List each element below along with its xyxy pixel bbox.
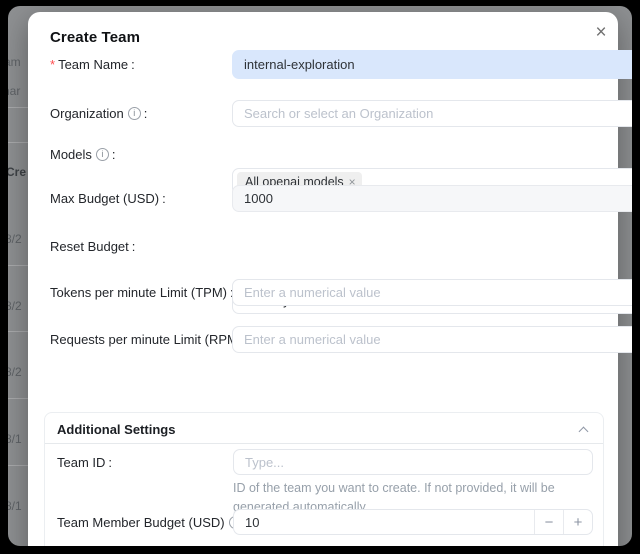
- label-colon: :: [144, 106, 148, 121]
- dimmed-background-page: am nar Cre 8/2 8/2 8/2 8/1 8/1 Create Te…: [8, 6, 632, 546]
- team-member-budget-stepper: − +: [233, 509, 593, 535]
- rpm-limit-stepper: − +: [232, 326, 632, 353]
- background-text-fragment: 8/2: [8, 232, 22, 246]
- chevron-up-icon: [579, 427, 589, 437]
- additional-settings-panel: Additional Settings Team ID : ID of the …: [44, 412, 604, 546]
- additional-settings-toggle[interactable]: Additional Settings: [45, 413, 603, 444]
- increment-button[interactable]: +: [563, 510, 592, 534]
- background-text-fragment: nar: [8, 84, 20, 98]
- info-icon[interactable]: i: [96, 148, 109, 161]
- background-text-fragment: 8/2: [8, 365, 22, 379]
- organization-select[interactable]: Search or select an Organization: [232, 100, 632, 127]
- rpm-limit-label-text: Requests per minute Limit (RPM): [50, 332, 242, 347]
- label-colon: :: [162, 191, 166, 206]
- tpm-limit-input[interactable]: [233, 280, 632, 305]
- tpm-limit-stepper: − +: [232, 279, 632, 306]
- background-text-fragment: am: [8, 55, 21, 69]
- tpm-limit-label-text: Tokens per minute Limit (TPM): [50, 285, 227, 300]
- decrement-button[interactable]: −: [534, 510, 563, 534]
- background-text-fragment: 8/1: [8, 432, 22, 446]
- create-team-modal: Create Team × * Team Name : Organization…: [28, 12, 618, 546]
- label-colon: :: [131, 57, 135, 72]
- max-budget-stepper: − +: [232, 185, 632, 212]
- rpm-limit-input[interactable]: [233, 327, 632, 352]
- team-id-label: Team ID :: [57, 449, 112, 475]
- team-name-input[interactable]: [232, 50, 632, 79]
- models-label: Models i :: [50, 141, 116, 168]
- label-colon: :: [132, 239, 136, 254]
- organization-label-text: Organization: [50, 106, 124, 121]
- background-text-fragment: 8/2: [8, 299, 22, 313]
- label-colon: :: [112, 147, 116, 162]
- background-divider: [8, 398, 28, 399]
- background-divider: [8, 331, 28, 332]
- max-budget-label-text: Max Budget (USD): [50, 191, 159, 206]
- rpm-limit-label: Requests per minute Limit (RPM) :: [50, 326, 249, 353]
- close-icon[interactable]: ×: [588, 20, 614, 46]
- team-name-label-text: Team Name: [58, 57, 128, 72]
- background-divider: [8, 107, 28, 108]
- background-divider: [8, 142, 28, 143]
- organization-label: Organization i :: [50, 100, 147, 127]
- additional-settings-title: Additional Settings: [57, 422, 175, 437]
- team-id-input[interactable]: [233, 449, 593, 475]
- team-member-budget-label-text: Team Member Budget (USD): [57, 515, 225, 530]
- max-budget-input[interactable]: [233, 186, 632, 211]
- label-colon: :: [108, 455, 112, 470]
- required-mark: *: [50, 57, 55, 72]
- reset-budget-label: Reset Budget :: [50, 233, 135, 260]
- team-id-label-text: Team ID: [57, 455, 105, 470]
- background-divider: [8, 265, 28, 266]
- organization-placeholder: Search or select an Organization: [244, 106, 433, 121]
- background-text-fragment: 8/1: [8, 499, 22, 513]
- models-label-text: Models: [50, 147, 92, 162]
- modal-title: Create Team: [50, 29, 140, 46]
- info-icon[interactable]: i: [128, 107, 141, 120]
- reset-budget-label-text: Reset Budget: [50, 239, 129, 254]
- team-member-budget-label: Team Member Budget (USD) ? :: [57, 509, 248, 535]
- tpm-limit-label: Tokens per minute Limit (TPM) :: [50, 279, 234, 306]
- background-divider: [8, 465, 28, 466]
- team-member-budget-input[interactable]: [234, 510, 534, 534]
- max-budget-label: Max Budget (USD) :: [50, 185, 166, 212]
- background-text-fragment: Cre: [8, 165, 26, 179]
- team-name-label: * Team Name :: [50, 50, 135, 79]
